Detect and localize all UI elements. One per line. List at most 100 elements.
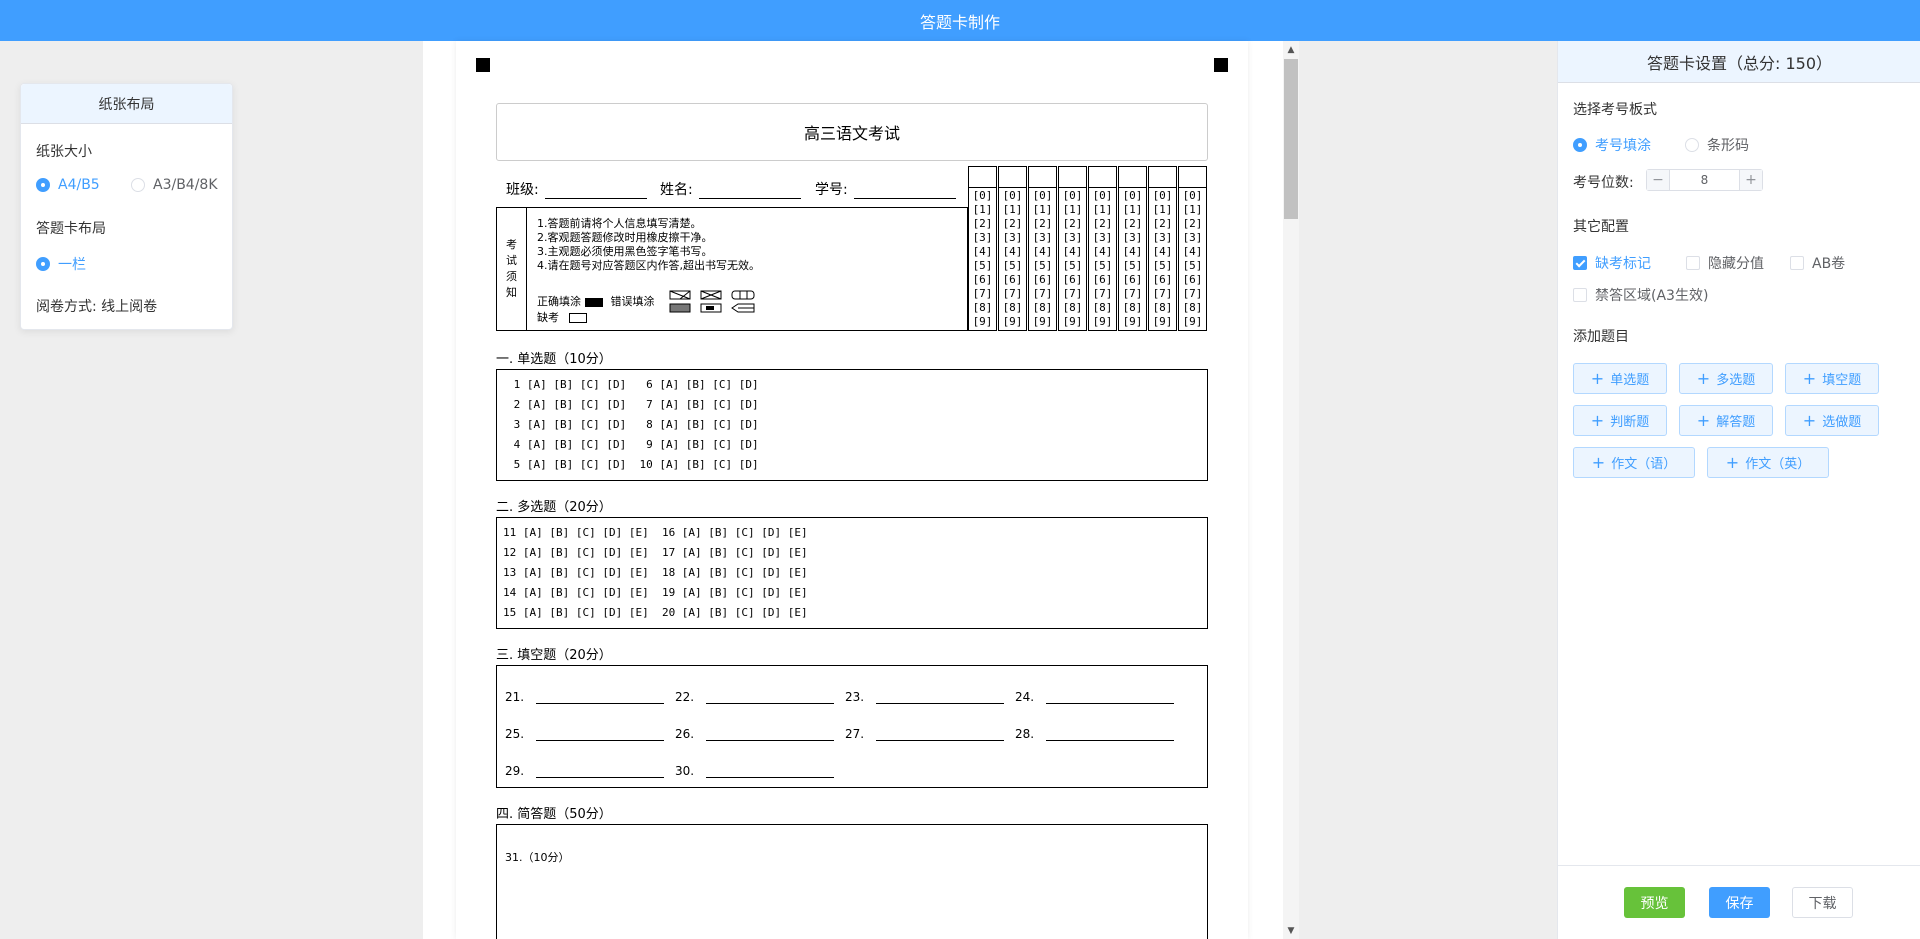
blank-item[interactable]: 24. — [1015, 690, 1175, 704]
id-column: [0] [1] [2] [3] [4] [5] [6] [7] [8] [9] — [1178, 166, 1207, 331]
layout-option-label: 一栏 — [58, 257, 86, 273]
blank-item[interactable]: 25. — [505, 727, 665, 741]
exam-title[interactable]: 高三语文考试 — [496, 103, 1208, 161]
option-line[interactable]: 3 [A] [B] [C] [D] 8 [A] [B] [C] [D] — [507, 418, 759, 431]
settings-title: 答题卡设置（总分: 150） — [1558, 41, 1920, 83]
underline — [544, 182, 647, 199]
blank-item[interactable]: 23. — [845, 690, 1005, 704]
add-multi-choice-button[interactable]: + 多选题 — [1679, 363, 1773, 394]
layout-option-one-column[interactable]: 一栏 — [36, 254, 86, 274]
radio-icon — [131, 178, 145, 192]
id-column: [0] [1] [2] [3] [4] [5] [6] [7] [8] [9] — [998, 166, 1027, 331]
add-optional-button[interactable]: + 选做题 — [1785, 405, 1879, 436]
checkbox-label: 禁答区域(A3生效) — [1595, 288, 1709, 304]
option-line[interactable]: 2 [A] [B] [C] [D] 7 [A] [B] [C] [D] — [507, 398, 759, 411]
radio-label: 条形码 — [1707, 138, 1749, 154]
download-button[interactable]: 下载 — [1792, 887, 1853, 918]
correct-fill-label: 正确填涂 — [537, 295, 581, 308]
position-mark — [476, 58, 490, 72]
plus-icon: + — [1802, 369, 1817, 388]
id-type-barcode[interactable]: 条形码 — [1685, 135, 1749, 155]
option-line[interactable]: 15 [A] [B] [C] [D] [E] 20 [A] [B] [C] [D… — [503, 606, 808, 619]
plus-icon[interactable]: + — [1739, 170, 1762, 190]
id-input-cell[interactable] — [1119, 167, 1146, 188]
plus-icon: + — [1725, 453, 1740, 472]
save-button[interactable]: 保存 — [1709, 887, 1770, 918]
paper-layout-title: 纸张布局 — [21, 84, 232, 124]
exam-notice: 考 试 须 知 1.答题前请将个人信息填写清楚。 2.客观题答题修改时用橡皮擦干… — [496, 207, 968, 331]
id-input-cell[interactable] — [1029, 167, 1056, 188]
id-input-cell[interactable] — [969, 167, 996, 188]
id-input-cell[interactable] — [1089, 167, 1116, 188]
id-input-cell[interactable] — [1149, 167, 1176, 188]
option-line[interactable]: 5 [A] [B] [C] [D] 10 [A] [B] [C] [D] — [507, 458, 759, 471]
underline — [698, 182, 801, 199]
section-title-fill-blank[interactable]: 三. 填空题（20分） — [496, 644, 612, 663]
add-fill-blank-button[interactable]: + 填空题 — [1785, 363, 1879, 394]
add-essay-english-button[interactable]: + 作文（英） — [1707, 447, 1829, 478]
id-input-cell[interactable] — [1059, 167, 1086, 188]
notice-line: 1.答题前请将个人信息填写清楚。 — [537, 217, 702, 230]
id-digits-stepper[interactable]: − 8 + — [1646, 169, 1763, 191]
option-line[interactable]: 11 [A] [B] [C] [D] [E] 16 [A] [B] [C] [D… — [503, 526, 808, 539]
blank-item[interactable]: 30. — [675, 764, 835, 778]
other-config-label: 其它配置 — [1573, 219, 1629, 235]
blank-item[interactable]: 27. — [845, 727, 1005, 741]
preview-button[interactable]: 预览 — [1624, 887, 1685, 918]
id-digits: [0] [1] [2] [3] [4] [5] [6] [7] [8] [9] — [1182, 189, 1203, 328]
add-single-choice-button[interactable]: + 单选题 — [1573, 363, 1667, 394]
info-id: 学号: — [815, 179, 956, 199]
id-digits: [0] [1] [2] [3] [4] [5] [6] [7] [8] [9] — [972, 189, 993, 328]
id-input-cell[interactable] — [1179, 167, 1206, 188]
option-line[interactable]: 12 [A] [B] [C] [D] [E] 17 [A] [B] [C] [D… — [503, 546, 808, 559]
section-title-single-choice[interactable]: 一. 单选题（10分） — [496, 348, 612, 367]
info-label: 班级: — [506, 182, 539, 198]
add-essay-chinese-button[interactable]: + 作文（语） — [1573, 447, 1695, 478]
id-digits: [0] [1] [2] [3] [4] [5] [6] [7] [8] [9] — [1122, 189, 1143, 328]
checkbox-hide-score[interactable]: 隐藏分值 — [1686, 253, 1764, 273]
checkbox-label: 缺考标记 — [1595, 256, 1651, 272]
notice-lines: 1.答题前请将个人信息填写清楚。 2.客观题答题修改时用橡皮擦干净。 3.主观题… — [537, 217, 760, 273]
notice-line: 4.请在题号对应答题区内作答,超出书写无效。 — [537, 259, 760, 272]
chevron-up-icon[interactable]: ▲ — [1284, 43, 1298, 57]
id-column: [0] [1] [2] [3] [4] [5] [6] [7] [8] [9] — [1118, 166, 1147, 331]
option-line[interactable]: 13 [A] [B] [C] [D] [E] 18 [A] [B] [C] [D… — [503, 566, 808, 579]
info-class: 班级: — [506, 179, 647, 199]
id-type-fill[interactable]: 考号填涂 — [1573, 135, 1651, 155]
blank-item[interactable]: 29. — [505, 764, 665, 778]
chevron-down-icon[interactable]: ▼ — [1284, 924, 1298, 938]
checkbox-missing-mark[interactable]: 缺考标记 — [1573, 253, 1651, 273]
notice-side-label: 考 试 须 知 — [497, 208, 527, 330]
paper-layout-panel: 纸张布局 纸张大小 A4/B5 A3/B4/8K 答题卡布局 一栏 阅卷方式: … — [20, 83, 233, 330]
wrong-fill-icon — [669, 290, 755, 313]
minus-icon[interactable]: − — [1647, 170, 1670, 190]
add-answer-button[interactable]: + 解答题 — [1679, 405, 1773, 436]
question-label[interactable]: 31.（10分） — [505, 849, 570, 865]
option-line[interactable]: 1 [A] [B] [C] [D] 6 [A] [B] [C] [D] — [507, 378, 759, 391]
blank-item[interactable]: 26. — [675, 727, 835, 741]
option-line[interactable]: 14 [A] [B] [C] [D] [E] 19 [A] [B] [C] [D… — [503, 586, 808, 599]
id-input-cell[interactable] — [999, 167, 1026, 188]
option-line[interactable]: 4 [A] [B] [C] [D] 9 [A] [B] [C] [D] — [507, 438, 759, 451]
radio-checked-icon — [1573, 138, 1587, 152]
checkbox-icon — [1686, 256, 1700, 270]
button-label: 判断题 — [1610, 415, 1650, 430]
button-label: 作文（英） — [1745, 457, 1811, 472]
blank-item[interactable]: 22. — [675, 690, 835, 704]
blank-item[interactable]: 28. — [1015, 727, 1175, 741]
id-column: [0] [1] [2] [3] [4] [5] [6] [7] [8] [9] — [968, 166, 997, 331]
blank-item[interactable]: 21. — [505, 690, 665, 704]
id-digits-value[interactable]: 8 — [1670, 170, 1739, 190]
scroll-thumb[interactable] — [1284, 59, 1298, 219]
notice-char: 试 — [506, 254, 517, 267]
checkbox-ab-paper[interactable]: AB卷 — [1790, 253, 1845, 273]
section-title-multi-choice[interactable]: 二. 多选题（20分） — [496, 496, 612, 515]
radio-checked-icon — [36, 178, 50, 192]
paper-option-a3[interactable]: A3/B4/8K — [131, 177, 218, 193]
paper-option-a4[interactable]: A4/B5 — [36, 177, 100, 193]
missing-box[interactable] — [569, 313, 587, 323]
id-digits: [0] [1] [2] [3] [4] [5] [6] [7] [8] [9] — [1062, 189, 1083, 328]
section-title-short-answer[interactable]: 四. 简答题（50分） — [496, 803, 612, 822]
checkbox-forbidden-area[interactable]: 禁答区域(A3生效) — [1573, 285, 1708, 305]
add-judgment-button[interactable]: + 判断题 — [1573, 405, 1667, 436]
